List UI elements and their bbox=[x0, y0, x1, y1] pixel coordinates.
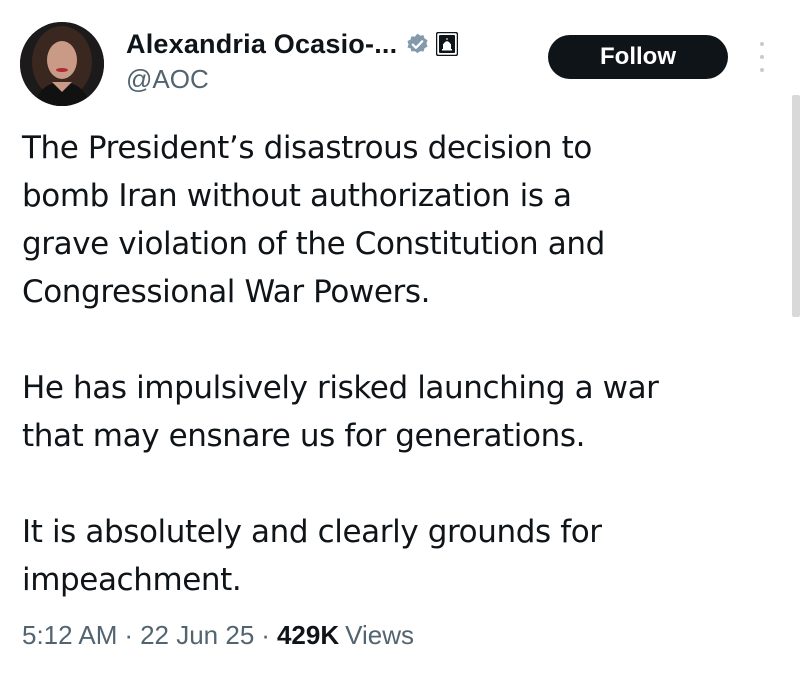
tweet-text: The President’s disastrous decision to b… bbox=[22, 124, 762, 604]
tweet-line: He has impulsively risked launching a wa… bbox=[22, 370, 659, 406]
government-capitol-icon[interactable] bbox=[436, 31, 459, 57]
scrollbar[interactable] bbox=[792, 95, 800, 317]
tweet-paragraph-1: The President’s disastrous decision to b… bbox=[22, 124, 762, 316]
author-handle[interactable]: @AOC bbox=[126, 64, 209, 95]
tweet-line: impeachment. bbox=[22, 562, 242, 598]
tweet-line: bomb Iran without authorization is a bbox=[22, 178, 572, 214]
meta-separator: · bbox=[261, 620, 270, 650]
profile-photo bbox=[20, 22, 104, 106]
avatar[interactable] bbox=[20, 22, 104, 106]
verified-badge-icon[interactable] bbox=[405, 32, 430, 57]
tweet-date[interactable]: 22 Jun 25 bbox=[140, 620, 254, 651]
tweet-line: grave violation of the Constitution and bbox=[22, 226, 605, 262]
tweet-line: It is absolutely and clearly grounds for bbox=[22, 514, 602, 550]
tweet-time[interactable]: 5:12 AM bbox=[22, 620, 117, 651]
tweet-meta: 5:12 AM · 22 Jun 25 · 429K Views bbox=[22, 620, 414, 651]
tweet-line: that may ensnare us for generations. bbox=[22, 418, 586, 454]
tweet-card: Alexandria Ocasio-... @AOC Follow The Pr… bbox=[0, 0, 800, 678]
more-vertical-icon[interactable] bbox=[752, 42, 772, 72]
tweet-paragraph-2: He has impulsively risked launching a wa… bbox=[22, 364, 762, 460]
follow-button[interactable]: Follow bbox=[548, 35, 728, 79]
author-display-name[interactable]: Alexandria Ocasio-... bbox=[126, 29, 397, 60]
author-name-row: Alexandria Ocasio-... bbox=[126, 26, 459, 62]
tweet-line: Congressional War Powers. bbox=[22, 274, 431, 310]
views-count[interactable]: 429K bbox=[277, 620, 339, 651]
tweet-paragraph-3: It is absolutely and clearly grounds for… bbox=[22, 508, 762, 604]
tweet-line: The President’s disastrous decision to bbox=[22, 130, 592, 166]
meta-separator: · bbox=[124, 620, 134, 650]
views-label[interactable]: Views bbox=[345, 620, 414, 651]
